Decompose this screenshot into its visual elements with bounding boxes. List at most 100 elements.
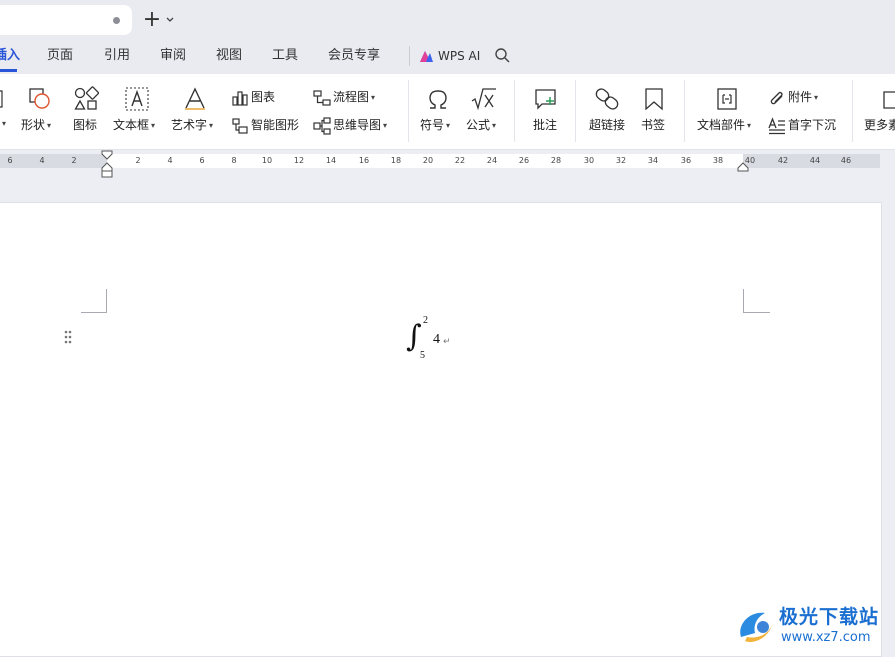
chevron-down-icon: ▾ [371, 93, 376, 102]
tab-tools[interactable]: 工具 [272, 47, 298, 67]
chevron-down-icon: ▾ [151, 120, 156, 130]
document-page[interactable]: ∫ 2 5 4 ↵ [0, 202, 882, 657]
formula-icon [471, 88, 496, 111]
icon-library-icon [74, 86, 99, 110]
ruler-number: 6 [199, 156, 205, 165]
tab-review[interactable]: 审阅 [160, 47, 186, 67]
wordart-label: 艺术字 [171, 118, 208, 132]
document-tab[interactable] [0, 5, 132, 35]
site-watermark: 极光下载站 www.xz7.com [735, 605, 895, 653]
ribbon-separator [514, 80, 515, 142]
link-icon [595, 88, 619, 110]
new-tab-button[interactable]: + [141, 8, 163, 32]
ribbon-separator [575, 80, 576, 142]
ribbon-separator [684, 80, 685, 142]
icon-button[interactable]: 图标 [72, 82, 102, 142]
comment-button[interactable]: 批注 [533, 82, 559, 142]
chevron-down-icon: ▾ [383, 121, 388, 130]
tab-member[interactable]: 会员专享 [328, 47, 380, 67]
ruler-number: 46 [840, 156, 852, 165]
ruler-number: 36 [680, 156, 692, 165]
ruler-number: 8 [231, 156, 237, 165]
drag-handle-icon[interactable] [63, 329, 73, 345]
document-parts-label: 文档部件 [697, 118, 746, 132]
shape-label: 形状 [21, 118, 46, 132]
comment-label: 批注 [533, 118, 558, 132]
chevron-down-icon: ▾ [814, 93, 819, 102]
smartart-icon [232, 118, 248, 134]
lower-limit: 5 [420, 350, 425, 361]
title-bar: + [0, 0, 895, 40]
ruler-number: 32 [615, 156, 627, 165]
wordart-button[interactable]: 艺术字 ▾ [171, 82, 219, 142]
ruler-number: 42 [777, 156, 789, 165]
ruler-number: 44 [809, 156, 821, 165]
paragraph-mark: ↵ [443, 337, 451, 347]
wps-ai-label: WPS AI [438, 49, 481, 63]
tab-reference[interactable]: 引用 [104, 47, 130, 67]
shape-icon [29, 88, 50, 109]
ruler-number: 4 [39, 156, 45, 165]
ruler-number: 2 [71, 156, 77, 165]
chevron-down-icon[interactable]: ▾ [2, 119, 6, 128]
ruler-number: 16 [358, 156, 370, 165]
integral-formula[interactable]: ∫ 2 5 4 ↵ [406, 315, 456, 363]
tab-page[interactable]: 页面 [47, 47, 73, 67]
paperclip-icon [770, 91, 783, 105]
ruler-number: 26 [518, 156, 530, 165]
textbox-label: 文本框 [113, 118, 150, 132]
search-icon[interactable] [494, 47, 511, 64]
chevron-down-icon: ▾ [446, 120, 451, 130]
ruler-left-margin [0, 154, 107, 168]
tab-view[interactable]: 视图 [216, 47, 242, 67]
bookmark-label: 书签 [641, 118, 666, 132]
symbol-button[interactable]: 符号 ▾ [420, 82, 456, 142]
watermark-logo-icon [740, 612, 773, 643]
mindmap-button[interactable]: 思维导图 ▾ [313, 116, 395, 136]
first-line-indent-marker[interactable] [101, 150, 113, 160]
chart-label: 图表 [251, 90, 276, 104]
right-indent-marker[interactable] [737, 162, 749, 172]
hyperlink-button[interactable]: 超链接 [589, 82, 627, 142]
tab-insert[interactable]: 插入 [0, 47, 20, 67]
more-materials-label: 更多素材 [864, 118, 895, 132]
formula-button[interactable]: 公式 ▾ [466, 82, 502, 142]
textbox-icon [125, 87, 149, 111]
ruler-number: 20 [422, 156, 434, 165]
ruler-number: 14 [325, 156, 337, 165]
textbox-button[interactable]: 文本框 ▾ [113, 82, 161, 142]
attachment-button[interactable]: 附件 ▾ [768, 88, 828, 108]
document-parts-icon [717, 88, 737, 110]
wordart-icon [185, 87, 205, 110]
ruler-number: 6 [7, 156, 13, 165]
bookmark-button[interactable]: 书签 [641, 82, 667, 142]
dropcap-label: 首字下沉 [788, 118, 837, 132]
chart-icon [232, 91, 248, 106]
left-indent-marker[interactable] [101, 162, 113, 178]
ribbon-separator [852, 80, 853, 142]
chevron-down-icon[interactable] [164, 13, 176, 27]
ruler-number: 18 [390, 156, 402, 165]
smartart-button[interactable]: 智能图形 [231, 116, 303, 136]
top-right-margin-mark [743, 289, 770, 313]
ruler-number: 28 [550, 156, 562, 165]
upper-limit: 2 [423, 315, 428, 326]
more-materials-icon [883, 91, 895, 109]
ruler-number: 34 [647, 156, 659, 165]
more-materials-button[interactable]: 更多素材 [864, 82, 895, 142]
unsaved-dot-icon [113, 17, 120, 24]
ruler-number: 38 [712, 156, 724, 165]
horizontal-ruler[interactable]: 6 4 2 2 4 6 8 10 12 14 16 18 20 22 24 26 28 30 32 34 36 38 40 4… [0, 150, 895, 178]
mindmap-icon [313, 117, 331, 135]
ruler-number: 10 [261, 156, 273, 165]
attachment-label: 附件 [788, 90, 813, 104]
chevron-down-icon: ▾ [492, 120, 497, 130]
document-parts-button[interactable]: 文档部件 ▾ [697, 82, 757, 142]
wps-ai-icon [420, 51, 433, 62]
menu-separator [409, 46, 410, 66]
picture-icon[interactable] [0, 88, 6, 110]
flowchart-button[interactable]: 流程图 ▾ [313, 88, 385, 108]
dropcap-button[interactable]: 首字下沉 [768, 116, 840, 136]
shape-button[interactable]: 形状 ▾ [20, 82, 60, 142]
chart-button[interactable]: 图表 [231, 88, 291, 108]
